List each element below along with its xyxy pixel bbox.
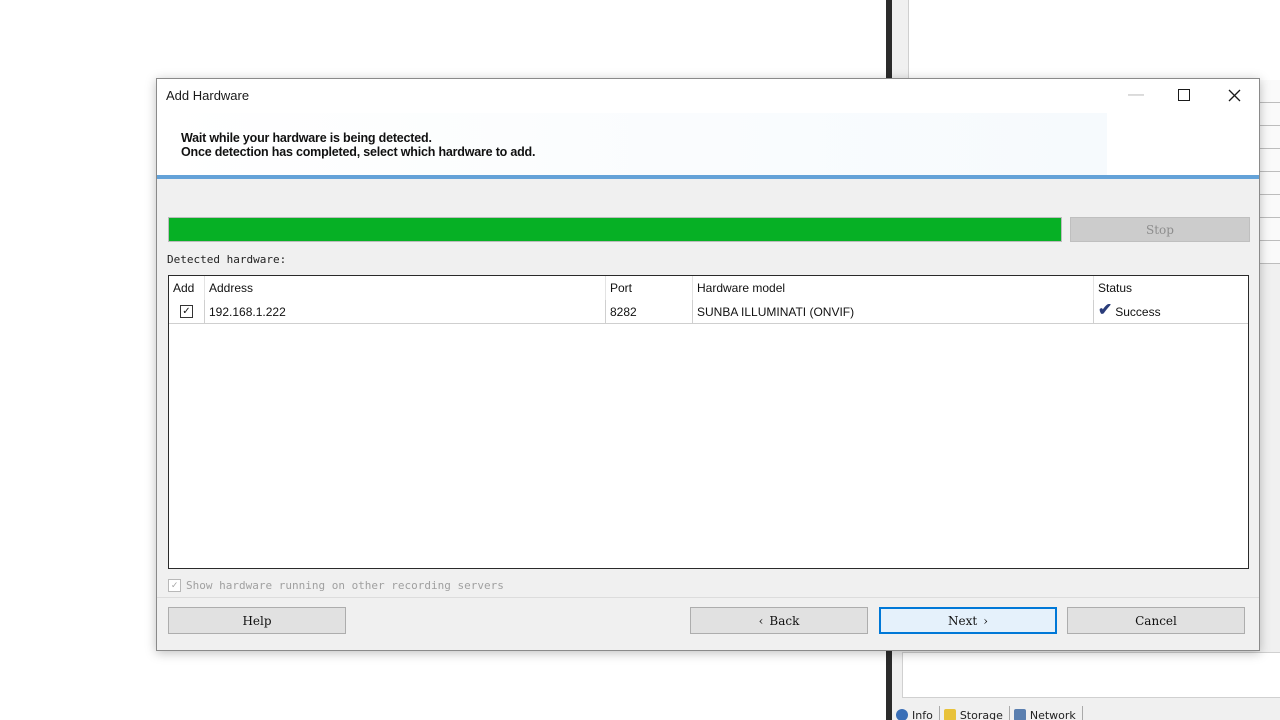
cell-port: 8282 bbox=[606, 300, 693, 324]
table-row[interactable]: ✓ 192.168.1.222 8282 SUNBA ILLUMINATI (O… bbox=[169, 300, 1248, 324]
background-pane bbox=[908, 0, 1280, 80]
footer-separator bbox=[157, 597, 1259, 598]
header-line-2: Once detection has completed, select whi… bbox=[181, 145, 536, 159]
background-tabs: Info Storage Network bbox=[892, 706, 1280, 720]
back-button[interactable]: ‹ Back bbox=[690, 607, 868, 634]
detection-progress-bar bbox=[168, 217, 1062, 242]
minimize-icon: — bbox=[1128, 86, 1144, 103]
minimize-button[interactable]: — bbox=[1113, 79, 1159, 111]
background-panel bbox=[902, 652, 1280, 698]
title-bar[interactable]: Add Hardware — bbox=[157, 79, 1259, 113]
header-instructions: Wait while your hardware is being detect… bbox=[181, 131, 535, 159]
tab-info-label: Info bbox=[912, 709, 933, 720]
add-checkbox[interactable]: ✓ bbox=[180, 305, 193, 318]
column-header-status[interactable]: Status bbox=[1094, 276, 1248, 300]
column-header-hardware-model[interactable]: Hardware model bbox=[693, 276, 1094, 300]
cell-hardware-model: SUNBA ILLUMINATI (ONVIF) bbox=[693, 300, 1094, 324]
chevron-right-icon: › bbox=[983, 613, 988, 628]
cell-address: 192.168.1.222 bbox=[205, 300, 606, 324]
maximize-icon bbox=[1178, 89, 1190, 101]
cancel-button[interactable]: Cancel bbox=[1067, 607, 1245, 634]
hardware-table: Add Address Port Hardware model Status ✓… bbox=[168, 275, 1249, 569]
header-line-1: Wait while your hardware is being detect… bbox=[181, 131, 432, 145]
column-header-port[interactable]: Port bbox=[606, 276, 693, 300]
tab-network[interactable]: Network bbox=[1010, 706, 1083, 720]
help-button-label: Help bbox=[242, 613, 272, 628]
cell-add: ✓ bbox=[169, 300, 205, 324]
show-other-servers-option[interactable]: ✓ Show hardware running on other recordi… bbox=[168, 579, 504, 592]
close-button[interactable] bbox=[1211, 79, 1257, 111]
tab-network-label: Network bbox=[1029, 709, 1076, 720]
cell-status: ✔ Success bbox=[1094, 300, 1248, 324]
chevron-left-icon: ‹ bbox=[758, 613, 764, 628]
progress-fill bbox=[169, 218, 1061, 241]
storage-icon bbox=[943, 709, 956, 720]
table-header: Add Address Port Hardware model Status bbox=[169, 276, 1248, 300]
dialog-header: Wait while your hardware is being detect… bbox=[157, 113, 1259, 177]
checkmark-icon: ✔ bbox=[1098, 300, 1113, 319]
cancel-button-label: Cancel bbox=[1135, 613, 1177, 628]
info-icon bbox=[896, 709, 908, 720]
maximize-button[interactable] bbox=[1161, 79, 1207, 111]
tab-storage[interactable]: Storage bbox=[940, 706, 1010, 720]
show-other-servers-label: Show hardware running on other recording… bbox=[186, 579, 504, 592]
column-header-address[interactable]: Address bbox=[205, 276, 606, 300]
show-other-servers-checkbox[interactable]: ✓ bbox=[168, 579, 181, 592]
background-list bbox=[1260, 80, 1280, 264]
close-icon bbox=[1228, 89, 1240, 101]
back-button-label: Back bbox=[769, 613, 800, 628]
tab-info[interactable]: Info bbox=[892, 706, 940, 720]
help-button[interactable]: Help bbox=[168, 607, 346, 634]
header-accent-line bbox=[157, 175, 1259, 179]
status-text: Success bbox=[1115, 305, 1161, 319]
column-header-add[interactable]: Add bbox=[169, 276, 205, 300]
network-icon bbox=[1013, 709, 1026, 720]
tab-storage-label: Storage bbox=[959, 709, 1003, 720]
dialog-title: Add Hardware bbox=[166, 88, 250, 103]
stop-button[interactable]: Stop bbox=[1070, 217, 1250, 242]
next-button[interactable]: Next › bbox=[879, 607, 1057, 634]
next-button-label: Next bbox=[947, 613, 978, 628]
add-hardware-dialog: Add Hardware — Wait while your hardware … bbox=[156, 78, 1260, 651]
detected-hardware-label: Detected hardware: bbox=[167, 253, 287, 266]
